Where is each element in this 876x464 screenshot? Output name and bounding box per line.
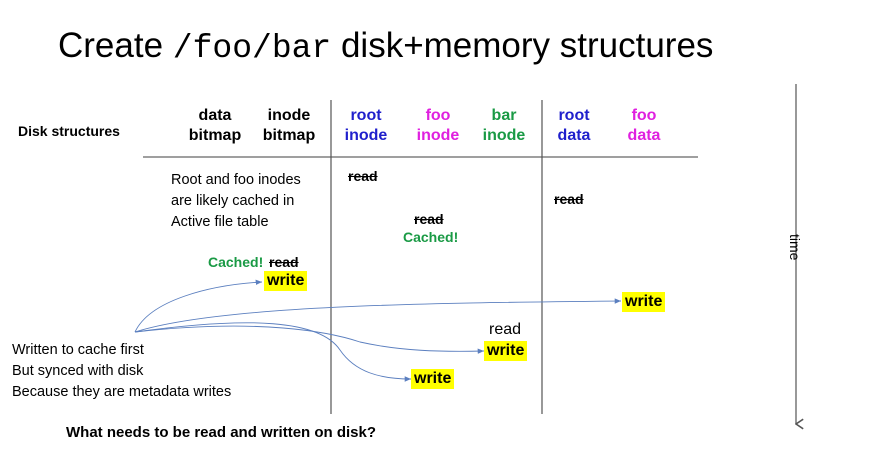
time-axis-label: time <box>787 234 803 261</box>
note-cached-inodes: Root and foo inodes are likely cached in… <box>171 172 301 230</box>
op-root-data-read: read <box>554 191 584 207</box>
arrow-to-foo-data-write <box>134 298 622 333</box>
op-bar-inode-read: read <box>489 321 522 338</box>
op-inode-bitmap-write: write <box>264 271 308 291</box>
question-text: What needs to be read and written on dis… <box>66 424 377 441</box>
op-foo-inode-cached: Cached! <box>403 229 459 245</box>
op-inode-bitmap-cached: Cached! <box>208 254 264 270</box>
op-foo-inode-read: read <box>414 211 444 227</box>
op-bar-inode-write: write <box>484 341 528 361</box>
op-root-inode-read: read <box>348 168 378 184</box>
op-foo-data-write: write <box>622 292 666 312</box>
note-written-to-cache: Written to cache first But synced with d… <box>12 342 232 400</box>
op-inode-bitmap-read: read <box>269 254 299 270</box>
op-foo-inode-write: write <box>411 369 455 389</box>
